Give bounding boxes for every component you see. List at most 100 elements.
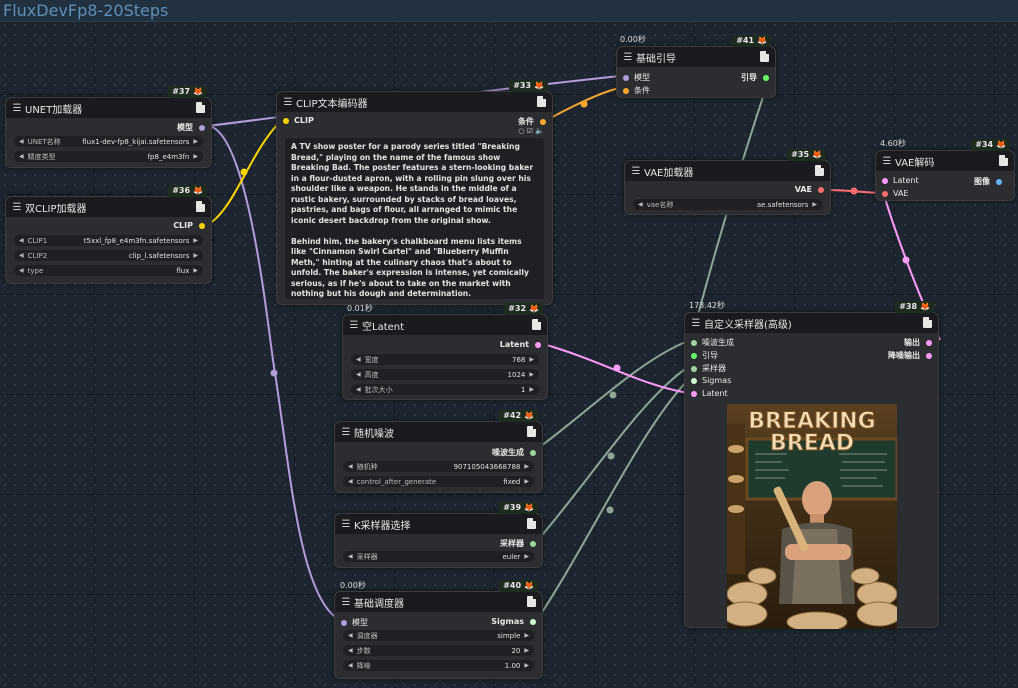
- node-vae-decode[interactable]: #34 🦊 ☰ VAE解码 Latent VAE 图像: [875, 139, 1015, 201]
- arrow-left-icon[interactable]: ◀: [348, 632, 353, 639]
- doc-icon[interactable]: [923, 317, 932, 328]
- slot-dot[interactable]: [283, 117, 289, 124]
- menu-icon[interactable]: ☰: [338, 597, 354, 608]
- slot-dot[interactable]: [691, 365, 697, 372]
- widget-scheduler[interactable]: ◀ 调度器 simple ▶: [343, 630, 534, 641]
- node-header[interactable]: ☰ 双CLIP加载器: [6, 197, 211, 217]
- output-vae[interactable]: VAE: [795, 185, 824, 194]
- arrow-left-icon[interactable]: ◀: [19, 153, 24, 160]
- output-sigmas[interactable]: Sigmas: [491, 617, 536, 626]
- widget-steps[interactable]: ◀ 步数 20 ▶: [343, 645, 534, 656]
- arrow-left-icon[interactable]: ◀: [348, 662, 353, 669]
- output-guider[interactable]: 引导: [741, 72, 769, 83]
- slot-dot[interactable]: [926, 339, 932, 346]
- input-noise[interactable]: 噪波生成: [691, 337, 734, 348]
- menu-icon[interactable]: ☰: [338, 427, 354, 438]
- node-header[interactable]: ☰ VAE加载器: [625, 161, 830, 181]
- slot-dot[interactable]: [341, 619, 347, 626]
- arrow-right-icon[interactable]: ▶: [193, 237, 198, 244]
- speaker-icon[interactable]: 🔈: [535, 127, 544, 135]
- arrow-right-icon[interactable]: ▶: [524, 553, 529, 560]
- menu-icon[interactable]: ☰: [688, 318, 704, 329]
- arrow-right-icon[interactable]: ▶: [193, 138, 198, 145]
- node-clip-text-encode[interactable]: #33 🦊 ☰ CLIP文本编码器 CLIP 条件 ○ ☑ 🔈 A TV show …: [276, 80, 553, 305]
- output-conditioning[interactable]: 条件: [518, 116, 546, 127]
- node-header[interactable]: ☰ UNET加载器: [6, 98, 211, 118]
- slot-dot[interactable]: [996, 178, 1002, 185]
- node-basic-guider[interactable]: #41 🦊 ☰ 基础引导 模型 条件 引导: [616, 35, 776, 98]
- widget-unet-name[interactable]: ◀ UNET名称 flux1-dev-fp8_kijai.safetensors ▶: [14, 136, 203, 147]
- menu-icon[interactable]: ☰: [9, 202, 25, 213]
- doc-icon[interactable]: [527, 596, 536, 607]
- slot-dot[interactable]: [623, 74, 629, 81]
- widget-clip1[interactable]: ◀ CLIP1 t5xxl_fp8_e4m3fn.safetensors ▶: [14, 235, 203, 246]
- node-unet-loader[interactable]: #37 🦊 ☰ UNET加载器 模型 ◀ UNET名称 flux1-dev-fp8_ki…: [5, 86, 212, 168]
- output-denoised[interactable]: 降噪输出: [888, 350, 932, 361]
- arrow-right-icon[interactable]: ▶: [529, 371, 534, 378]
- arrow-left-icon[interactable]: ◀: [19, 267, 24, 274]
- node-header[interactable]: ☰ K采样器选择: [335, 514, 542, 534]
- node-header[interactable]: ☰ 基础调度器: [335, 592, 542, 612]
- doc-icon[interactable]: [196, 102, 205, 113]
- arrow-right-icon[interactable]: ▶: [524, 647, 529, 654]
- arrow-left-icon[interactable]: ◀: [19, 252, 24, 259]
- widget-weight-dtype[interactable]: ◀ 精度类型 fp8_e4m3fn ▶: [14, 151, 203, 162]
- menu-icon[interactable]: ☰: [620, 52, 636, 63]
- arrow-left-icon[interactable]: ◀: [19, 138, 24, 145]
- arrow-right-icon[interactable]: ▶: [524, 632, 529, 639]
- output-noise[interactable]: 噪波生成: [492, 447, 536, 458]
- widget-clip2[interactable]: ◀ CLIP2 clip_l.safetensors ▶: [14, 250, 203, 261]
- output-sampler[interactable]: 采样器: [500, 538, 536, 549]
- output-clip[interactable]: CLIP: [173, 221, 205, 230]
- arrow-left-icon[interactable]: ◀: [19, 237, 24, 244]
- widget-denoise[interactable]: ◀ 降噪 1.00 ▶: [343, 660, 534, 671]
- slot-dot[interactable]: [530, 540, 536, 547]
- node-header[interactable]: ☰ 空Latent: [343, 315, 547, 335]
- node-random-noise[interactable]: #42 🦊 ☰ 随机噪波 噪波生成 ◀ 随机种 907105043668788 ▶ ◀ co…: [334, 410, 543, 493]
- slot-dot[interactable]: [763, 74, 769, 81]
- input-conditioning[interactable]: 条件: [623, 85, 650, 96]
- slot-dot[interactable]: [691, 390, 697, 397]
- arrow-right-icon[interactable]: ▶: [193, 153, 198, 160]
- doc-icon[interactable]: [527, 426, 536, 437]
- prompt-textarea[interactable]: A TV show poster for a parody series tit…: [285, 138, 544, 299]
- slot-dot[interactable]: [882, 177, 888, 184]
- slot-dot[interactable]: [691, 339, 697, 346]
- slot-dot[interactable]: [691, 352, 697, 359]
- menu-icon[interactable]: ☰: [346, 320, 362, 331]
- arrow-left-icon[interactable]: ◀: [356, 356, 361, 363]
- doc-icon[interactable]: [532, 319, 541, 330]
- widget-control-after-generate[interactable]: ◀ control_after_generate fixed ▶: [343, 476, 534, 487]
- node-basic-scheduler[interactable]: #40 🦊 ☰ 基础调度器 模型 Sigmas ◀ 调度器 simple ▶ ◀ 步数 20 ▶…: [334, 580, 543, 679]
- output-output[interactable]: 输出: [904, 337, 932, 348]
- arrow-right-icon[interactable]: ▶: [524, 662, 529, 669]
- widget-sampler-name[interactable]: ◀ 采样器 euler ▶: [343, 551, 534, 562]
- input-guider[interactable]: 引导: [691, 350, 718, 361]
- arrow-left-icon[interactable]: ◀: [348, 647, 353, 654]
- output-image[interactable]: 图像: [974, 176, 1002, 187]
- node-vae-loader[interactable]: #35 🦊 ☰ VAE加载器 VAE ◀ vae名称 ae.safetensors ▶: [624, 149, 831, 215]
- input-latent[interactable]: Latent: [882, 176, 919, 185]
- doc-icon[interactable]: [527, 518, 536, 529]
- menu-icon[interactable]: ☰: [280, 97, 296, 108]
- slot-dot[interactable]: [818, 186, 824, 193]
- doc-icon[interactable]: [999, 155, 1008, 166]
- output-latent[interactable]: Latent: [500, 340, 541, 349]
- node-header[interactable]: ☰ 基础引导: [617, 47, 775, 67]
- input-model[interactable]: 模型: [623, 72, 650, 83]
- arrow-right-icon[interactable]: ▶: [193, 252, 198, 259]
- arrow-left-icon[interactable]: ◀: [348, 463, 353, 470]
- widget-type[interactable]: ◀ type flux ▶: [14, 265, 203, 276]
- node-header[interactable]: ☰ CLIP文本编码器: [277, 92, 552, 112]
- menu-icon[interactable]: ☰: [628, 166, 644, 177]
- node-header[interactable]: ☰ 自定义采样器(高级): [685, 313, 938, 333]
- slot-dot[interactable]: [199, 222, 205, 229]
- arrow-left-icon[interactable]: ◀: [638, 201, 643, 208]
- arrow-right-icon[interactable]: ▶: [529, 386, 534, 393]
- arrow-left-icon[interactable]: ◀: [348, 478, 353, 485]
- checkbox-icon[interactable]: ☑: [527, 127, 533, 135]
- arrow-left-icon[interactable]: ◀: [356, 386, 361, 393]
- output-model[interactable]: 模型: [177, 122, 205, 133]
- arrow-left-icon[interactable]: ◀: [356, 371, 361, 378]
- widget-vae-name[interactable]: ◀ vae名称 ae.safetensors ▶: [633, 199, 822, 210]
